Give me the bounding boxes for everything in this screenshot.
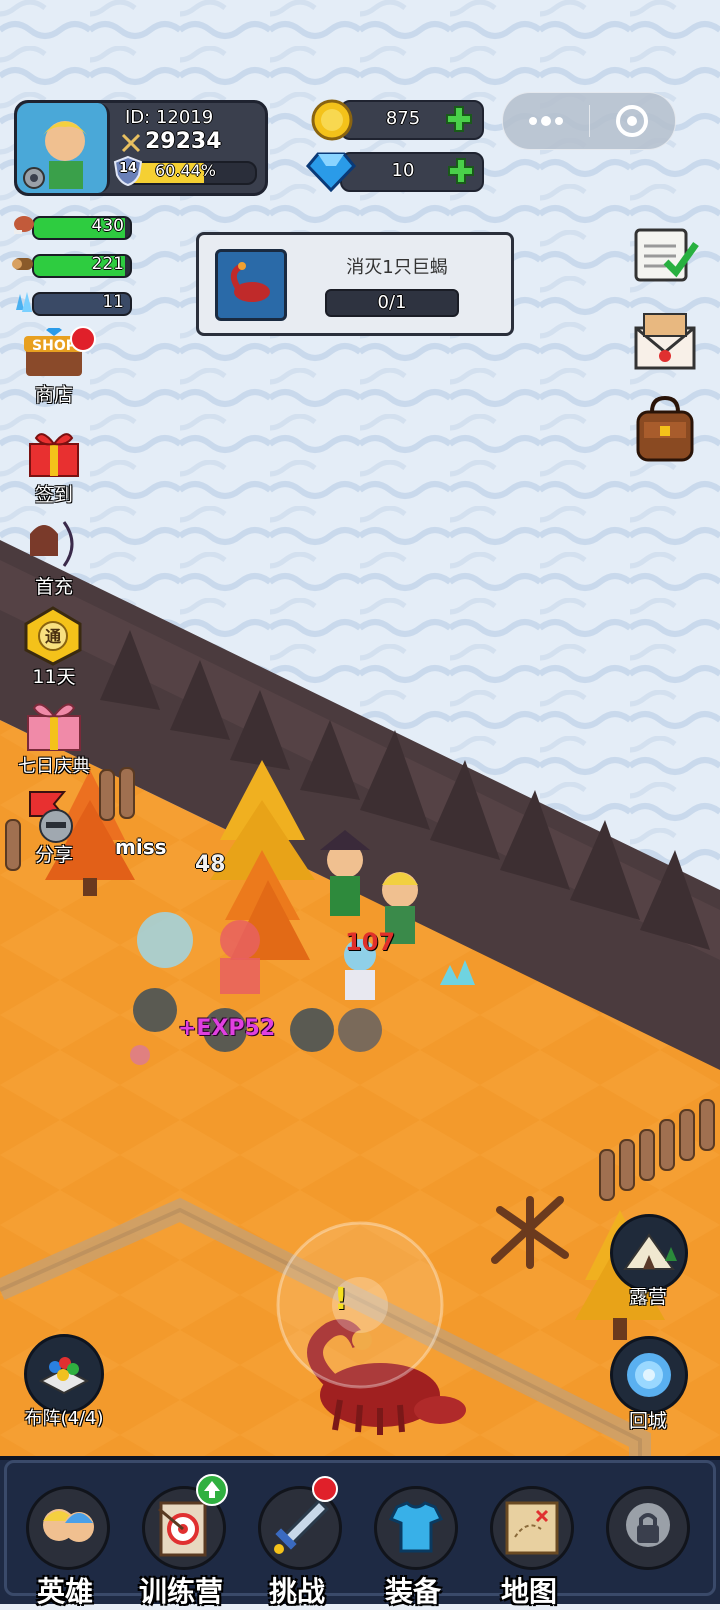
close-miniprogram-button[interactable] xyxy=(590,93,675,149)
exp-gain-text: +EXP52 xyxy=(178,1016,276,1041)
backpack-button[interactable] xyxy=(630,392,700,466)
nav-equipment[interactable]: 装备 xyxy=(358,1484,468,1608)
gem-counter: 10 xyxy=(305,150,484,193)
nav-heroes[interactable]: 英雄 xyxy=(10,1484,120,1608)
player-id: ID: 12019 xyxy=(125,107,214,128)
damage-number: 107 xyxy=(345,928,396,956)
challenge-badge xyxy=(312,1476,338,1502)
left-menu: SHOP 商店 签到 首充 通 11天 七日庆典 分享 xyxy=(6,326,102,866)
resource-crystal: 11 xyxy=(10,288,132,316)
share-label: 分享 xyxy=(34,844,73,866)
armor-icon xyxy=(374,1486,458,1570)
first-recharge-button[interactable]: 首充 xyxy=(6,516,102,598)
crystal-icon xyxy=(10,288,38,316)
swords-icon xyxy=(121,133,141,153)
return-city-button[interactable]: 回城 xyxy=(606,1336,690,1446)
scorpion-quest-icon xyxy=(215,249,287,321)
quest-progress-bar: 0/1 xyxy=(325,289,459,317)
wood-amount: 221 xyxy=(91,254,124,274)
player-level: 14 xyxy=(118,161,138,176)
camp-button[interactable]: 露营 xyxy=(606,1214,690,1324)
quest-marker: ! xyxy=(334,1282,348,1317)
wood-icon xyxy=(10,250,36,276)
tent-icon xyxy=(623,1233,677,1270)
nav-challenge[interactable]: 挑战 xyxy=(242,1476,352,1608)
add-gold-button[interactable] xyxy=(444,104,474,134)
pass-button[interactable]: 通 11天 xyxy=(6,606,102,688)
power-value: 29234 xyxy=(145,129,222,154)
miniprogram-capsule xyxy=(502,92,676,150)
seven-day-button[interactable]: 七日庆典 xyxy=(6,696,102,778)
add-gem-button[interactable] xyxy=(446,156,476,186)
nav-locked[interactable] xyxy=(590,1484,700,1600)
meat-amount: 430 xyxy=(91,216,124,236)
svg-text:通: 通 xyxy=(45,627,61,646)
nav-map[interactable]: 地图 xyxy=(474,1484,584,1608)
nav-training-label: 训练营 xyxy=(138,1575,223,1608)
settings-gear-icon[interactable] xyxy=(21,165,47,191)
lock-icon xyxy=(606,1486,690,1570)
return-city-label: 回城 xyxy=(628,1410,667,1432)
more-options-button[interactable] xyxy=(503,93,589,149)
quest-panel[interactable]: 消灭1只巨蝎 0/1 xyxy=(196,232,514,336)
gold-counter: 875 xyxy=(310,98,484,142)
shop-badge xyxy=(70,326,96,352)
damage-number: 48 xyxy=(195,852,226,877)
level-shield-icon: 14 xyxy=(113,155,143,187)
formation-label: 布阵(4/4) xyxy=(24,1408,104,1429)
mail-icon xyxy=(634,313,696,370)
resource-meat: 430 xyxy=(10,212,132,240)
checklist-icon xyxy=(634,228,699,282)
quest-title: 消灭1只巨蝎 xyxy=(346,257,448,278)
shop-button[interactable]: SHOP 商店 xyxy=(6,326,102,408)
gem-amount: 10 xyxy=(391,160,415,181)
upgrade-arrow-icon xyxy=(196,1474,228,1506)
nav-equipment-label: 装备 xyxy=(384,1575,441,1608)
checkin-label: 签到 xyxy=(34,484,73,506)
first-recharge-label: 首充 xyxy=(34,576,73,598)
player-info-panel[interactable]: ID: 12019 29234 60.44% 14 xyxy=(14,100,268,196)
resource-wood: 221 xyxy=(10,250,132,278)
heroes-icon xyxy=(26,1486,110,1570)
resource-list: 430 221 11 xyxy=(10,212,132,318)
nav-map-label: 地图 xyxy=(500,1575,557,1608)
tasks-button[interactable] xyxy=(630,218,700,288)
shop-label: 商店 xyxy=(34,384,73,406)
treasure-map-icon xyxy=(490,1486,574,1570)
diamond-icon xyxy=(305,150,357,193)
checkin-button[interactable]: 签到 xyxy=(6,424,102,506)
formation-button[interactable]: 布阵(4/4) xyxy=(12,1334,116,1444)
nav-training[interactable]: 训练营 xyxy=(126,1474,236,1608)
share-button[interactable]: 分享 xyxy=(6,788,102,870)
exp-percent: 60.44% xyxy=(155,161,217,180)
formation-icon xyxy=(38,1357,90,1395)
pass-days-label: 11天 xyxy=(32,666,76,688)
seven-day-label: 七日庆典 xyxy=(18,756,90,777)
camp-label: 露营 xyxy=(628,1286,667,1308)
meat-icon xyxy=(10,212,36,238)
gold-coin-icon xyxy=(310,98,354,142)
mail-button[interactable] xyxy=(630,310,700,374)
portal-icon xyxy=(627,1353,671,1397)
miss-text: miss xyxy=(115,835,167,859)
quest-progress-text: 0/1 xyxy=(377,292,407,313)
backpack-icon xyxy=(636,395,694,462)
crystal-amount: 11 xyxy=(102,292,124,312)
nav-heroes-label: 英雄 xyxy=(36,1575,93,1608)
nav-challenge-label: 挑战 xyxy=(268,1575,325,1608)
gold-amount: 875 xyxy=(385,108,421,129)
